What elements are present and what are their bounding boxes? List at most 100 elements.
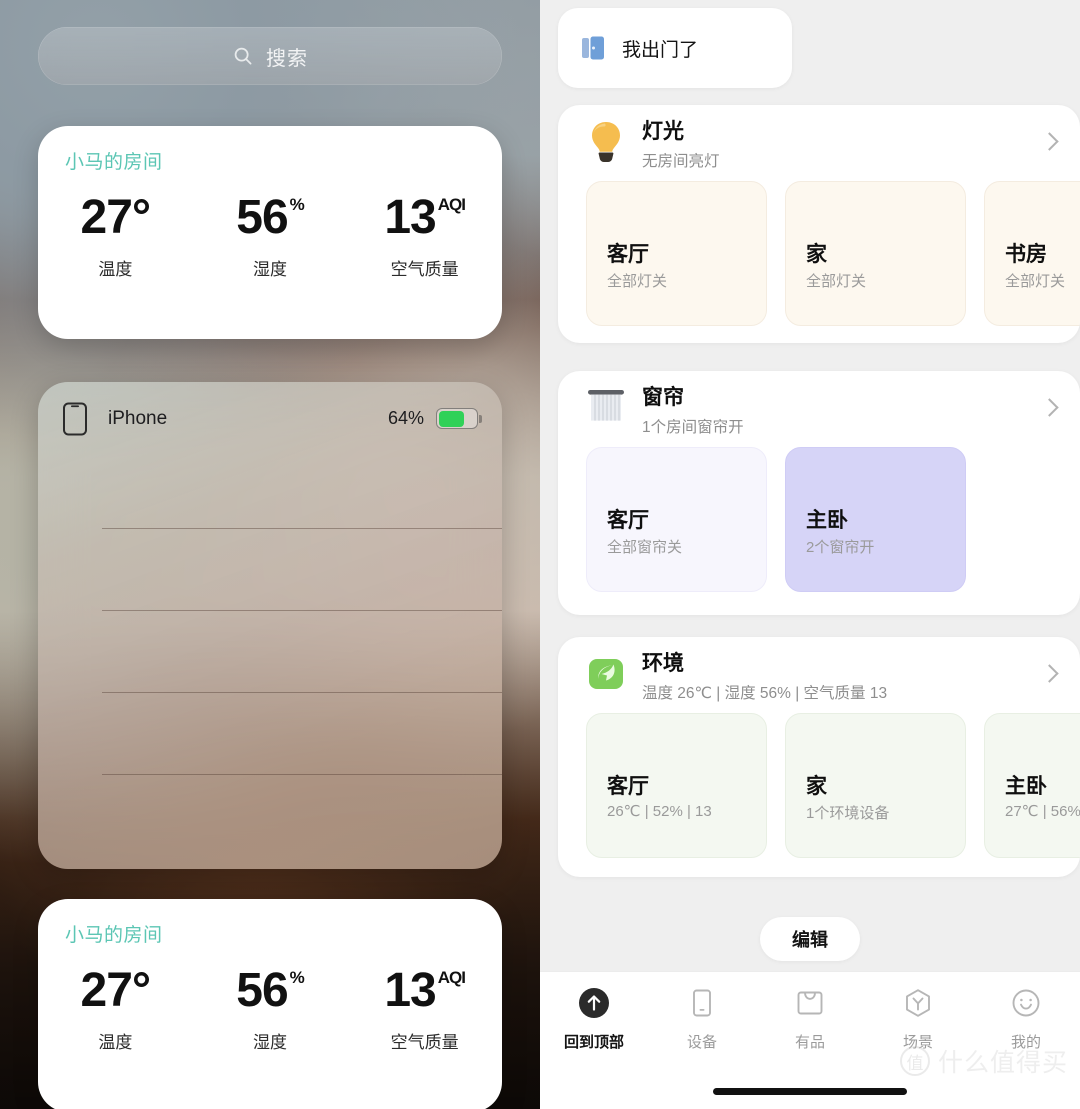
group-subtitle: 无房间亮灯 (642, 153, 720, 171)
stat-unit: AQI (437, 195, 466, 214)
divider (102, 692, 502, 693)
leaf-icon (589, 659, 623, 689)
device-icon (683, 984, 721, 1022)
tab-back-to-top[interactable]: 回到顶部 (540, 984, 648, 1052)
tile-row: 客厅 26℃ | 52% | 13 家 1个环境设备 主卧 27℃ | 56% (558, 713, 1080, 858)
tab-label: 回到顶部 (563, 1034, 624, 1051)
room-tile-living-room[interactable]: 客厅 全部窗帘关 (586, 447, 767, 592)
group-card-environment[interactable]: 环境 温度 26℃ | 湿度 56% | 空气质量 13 客厅 26℃ | 52… (558, 637, 1080, 877)
search-bar[interactable]: 搜索 (38, 27, 502, 85)
room-tile-status: 27℃ | 56% (1005, 803, 1080, 820)
group-card-curtain[interactable]: 窗帘 1个房间窗帘开 客厅 全部窗帘关 主卧 2个窗帘开 (558, 371, 1080, 615)
stat-unit: % (289, 195, 305, 214)
tab-label: 设备 (686, 1034, 717, 1051)
stat-label: 温度 (98, 1033, 133, 1052)
room-tile-status: 全部灯关 (1005, 273, 1066, 290)
divider (102, 528, 502, 529)
room-tile-name: 书房 (1005, 243, 1047, 266)
stat-temperature: 27 ° 温度 (38, 967, 193, 1053)
room-tile-status: 1个环境设备 (806, 805, 890, 822)
group-header[interactable]: 环境 温度 26℃ | 湿度 56% | 空气质量 13 (558, 637, 1080, 713)
tab-profile[interactable]: 我的 (972, 984, 1080, 1052)
tile-row: 客厅 全部灯关 家 全部灯关 书房 全部灯关 (558, 181, 1080, 326)
room-tile-master-bedroom[interactable]: 主卧 2个窗帘开 (785, 447, 966, 592)
group-title: 灯光 (642, 120, 684, 143)
room-tile-status: 2个窗帘开 (806, 539, 875, 556)
room-tile-home[interactable]: 家 1个环境设备 (785, 713, 966, 858)
battery-icon (436, 408, 482, 429)
tab-scenes[interactable]: 场景 (864, 984, 972, 1052)
room-tile-study[interactable]: 书房 全部灯关 (984, 181, 1080, 326)
chevron-right-icon[interactable] (1040, 664, 1059, 683)
room-tile-living-room[interactable]: 客厅 26℃ | 52% | 13 (586, 713, 767, 858)
ios-home-screen-panel: 搜索 小马的房间 27 ° 温度 56% 湿度 13 AQI 空气质量 iPho… (0, 0, 540, 1109)
stat-unit: % (289, 968, 305, 987)
group-header[interactable]: 灯光 无房间亮灯 (558, 105, 1080, 181)
scene-hexagon-icon (899, 984, 937, 1022)
tab-youpin-store[interactable]: 有品 (756, 984, 864, 1052)
widget-title: 小马的房间 (65, 925, 163, 946)
bottom-tab-bar: 回到顶部 设备 有品 场景 我的 值 什么值得买 (540, 971, 1080, 1109)
chevron-right-icon[interactable] (1040, 132, 1059, 151)
stat-value: 13 (384, 964, 436, 1017)
room-tile-master-bedroom[interactable]: 主卧 27℃ | 56% (984, 713, 1080, 858)
tab-label: 场景 (902, 1034, 933, 1051)
room-tile-status: 26℃ | 52% | 13 (607, 803, 712, 820)
widget-stats: 27 ° 温度 56% 湿度 13 AQI 空气质量 (38, 967, 502, 1053)
chevron-right-icon[interactable] (1040, 398, 1059, 417)
group-card-lights[interactable]: 灯光 无房间亮灯 客厅 全部灯关 家 全部灯关 书房 全部灯关 (558, 105, 1080, 343)
stat-air-quality: 13 AQI 空气质量 (347, 967, 502, 1053)
stat-value: 56 (236, 191, 288, 244)
stat-value: 56 (236, 964, 288, 1017)
home-indicator (713, 1088, 907, 1095)
room-tile-name: 客厅 (607, 775, 649, 798)
battery-widget[interactable]: iPhone 64% (38, 382, 502, 869)
stat-label: 温度 (98, 260, 133, 279)
room-sensor-widget-bottom[interactable]: 小马的房间 27 ° 温度 56% 湿度 13 AQI 空气质量 (38, 899, 502, 1109)
battery-row-iphone: iPhone 64% (38, 382, 502, 455)
room-tile-name: 客厅 (607, 243, 649, 266)
stat-humidity: 56% 湿度 (193, 194, 348, 280)
stat-value: 13 (384, 191, 436, 244)
tab-list: 回到顶部 设备 有品 场景 我的 (540, 972, 1080, 1052)
room-tile-name: 家 (806, 775, 827, 798)
widget-stats: 27 ° 温度 56% 湿度 13 AQI 空气质量 (38, 194, 502, 280)
room-tile-name: 主卧 (1005, 775, 1047, 798)
room-tile-status: 全部灯关 (806, 273, 867, 290)
door-icon (582, 36, 604, 60)
room-tile-name: 主卧 (806, 509, 848, 532)
room-tile-name: 客厅 (607, 509, 649, 532)
scroll-content[interactable]: 我出门了 灯光 无房间亮灯 客厅 全部灯关 家 全部灯关 书房 全部灯关 窗帘 … (540, 0, 1080, 971)
stat-label: 空气质量 (390, 1033, 459, 1052)
curtain-icon (588, 390, 624, 421)
group-text: 窗帘 1个房间窗帘开 (642, 385, 744, 437)
group-title: 环境 (642, 652, 684, 675)
room-tile-status: 全部灯关 (607, 273, 668, 290)
room-tile-name: 家 (806, 243, 827, 266)
room-tile-status: 全部窗帘关 (607, 539, 683, 556)
search-icon (234, 47, 252, 65)
stat-label: 空气质量 (390, 260, 459, 279)
stat-value: 27 (80, 964, 133, 1017)
scene-shortcut-leaving-home[interactable]: 我出门了 (558, 8, 792, 88)
stat-unit: ° (131, 964, 151, 1017)
room-tile-living-room[interactable]: 客厅 全部灯关 (586, 181, 767, 326)
tab-label: 我的 (1010, 1034, 1041, 1051)
divider (102, 774, 502, 775)
tab-devices[interactable]: 设备 (648, 984, 756, 1052)
stat-humidity: 56% 湿度 (193, 967, 348, 1053)
room-sensor-widget-top[interactable]: 小马的房间 27 ° 温度 56% 湿度 13 AQI 空气质量 (38, 126, 502, 339)
search-placeholder: 搜索 (266, 47, 308, 70)
stat-temperature: 27 ° 温度 (38, 194, 193, 280)
device-name: iPhone (108, 407, 168, 429)
room-tile-home[interactable]: 家 全部灯关 (785, 181, 966, 326)
shopping-bag-icon (791, 984, 829, 1022)
tab-label: 有品 (794, 1034, 825, 1051)
battery-percent: 64% (387, 408, 424, 428)
edit-button[interactable]: 编辑 (760, 917, 860, 961)
group-title: 窗帘 (642, 386, 684, 409)
group-header[interactable]: 窗帘 1个房间窗帘开 (558, 371, 1080, 447)
stat-unit: ° (131, 191, 151, 244)
stat-unit: AQI (437, 968, 466, 987)
light-bulb-icon (592, 122, 620, 162)
